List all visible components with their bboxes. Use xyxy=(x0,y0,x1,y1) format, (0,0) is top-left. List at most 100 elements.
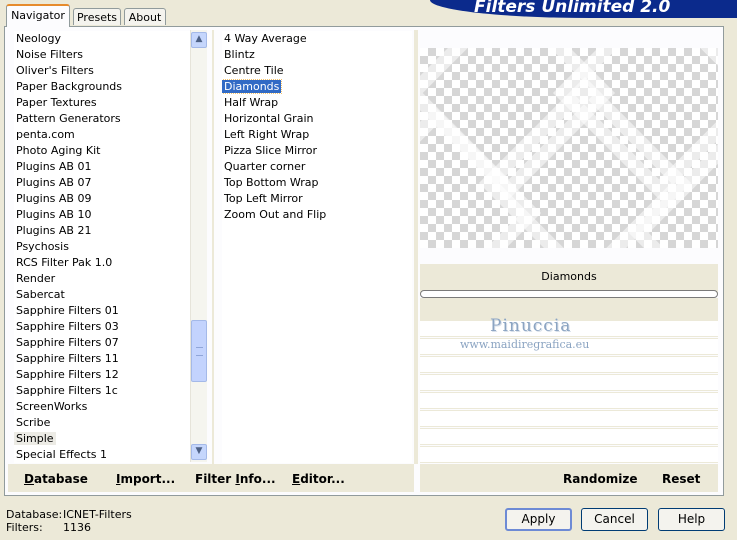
category-item-label: ScreenWorks xyxy=(16,400,88,413)
filter-item[interactable]: Top Bottom Wrap xyxy=(222,175,412,191)
tab-presets[interactable]: Presets xyxy=(73,8,121,25)
category-item-label: RCS Filter Pak 1.0 xyxy=(16,256,113,269)
category-item[interactable]: RCS Filter Pak 1.0 xyxy=(14,255,190,271)
category-item[interactable]: Plugins AB 07 xyxy=(14,175,190,191)
category-item-label: Paper Backgrounds xyxy=(16,80,123,93)
filter-name-caption: Diamonds xyxy=(541,270,597,283)
parameter-slot[interactable] xyxy=(420,428,718,445)
filter-item[interactable]: 4 Way Average xyxy=(222,31,412,47)
category-item[interactable]: Pattern Generators xyxy=(14,111,190,127)
category-item-label: Oliver's Filters xyxy=(16,64,94,77)
parameter-slot[interactable] xyxy=(420,392,718,409)
category-item[interactable]: Paper Textures xyxy=(14,95,190,111)
category-item-label: Paper Textures xyxy=(16,96,97,109)
category-item-label: penta.com xyxy=(16,128,75,141)
filter-item-label: Centre Tile xyxy=(224,64,284,77)
database-button[interactable]: Database xyxy=(24,472,88,486)
filter-item-label: Top Bottom Wrap xyxy=(224,176,319,189)
filter-item-label: Diamonds xyxy=(222,79,283,94)
filter-item-label: Half Wrap xyxy=(224,96,279,109)
filter-item[interactable]: Pizza Slice Mirror xyxy=(222,143,412,159)
category-item[interactable]: ScreenWorks xyxy=(14,399,190,415)
parameter-slot[interactable] xyxy=(420,356,718,373)
reset-button[interactable]: Reset xyxy=(662,472,700,486)
filter-item[interactable]: Quarter corner xyxy=(222,159,412,175)
filter-item-label: Pizza Slice Mirror xyxy=(224,144,318,157)
category-item-label: Render xyxy=(16,272,56,285)
filter-item-label: 4 Way Average xyxy=(224,32,307,45)
category-item[interactable]: Neology xyxy=(14,31,190,47)
parameter-slot[interactable] xyxy=(420,410,718,427)
category-item-label: Plugins AB 21 xyxy=(16,224,92,237)
tab-navigator[interactable]: Navigator xyxy=(6,4,70,27)
cancel-button[interactable]: Cancel xyxy=(581,508,648,531)
category-item[interactable]: Plugins AB 01 xyxy=(14,159,190,175)
scroll-thumb[interactable] xyxy=(191,320,207,383)
filter-item[interactable]: Top Left Mirror xyxy=(222,191,412,207)
editor-button[interactable]: Editor... xyxy=(292,472,345,486)
category-item[interactable]: Sabercat xyxy=(14,287,190,303)
cancel-button-label: Cancel xyxy=(594,512,635,526)
category-item-label: Pattern Generators xyxy=(16,112,121,125)
category-item[interactable]: Sapphire Filters 01 xyxy=(14,303,190,319)
category-item-label: Plugins AB 07 xyxy=(16,176,92,189)
filter-item-label: Top Left Mirror xyxy=(224,192,303,205)
import-button[interactable]: Import... xyxy=(116,472,175,486)
filter-item[interactable]: Zoom Out and Flip xyxy=(222,207,412,223)
category-item[interactable]: Plugins AB 21 xyxy=(14,223,190,239)
filter-item[interactable]: Blintz xyxy=(222,47,412,63)
apply-button[interactable]: Apply xyxy=(505,508,572,531)
category-item[interactable]: Sapphire Filters 07 xyxy=(14,335,190,351)
category-item[interactable]: Simple xyxy=(14,431,190,447)
category-item-label: Sapphire Filters 07 xyxy=(16,336,119,349)
banner-title: Filters Unlimited 2.0 xyxy=(474,0,671,17)
category-item[interactable]: Special Effects 1 xyxy=(14,447,190,463)
category-item[interactable]: Sapphire Filters 11 xyxy=(14,351,190,367)
category-item-label: Plugins AB 01 xyxy=(16,160,92,173)
apply-button-label: Apply xyxy=(521,512,556,526)
filter-item[interactable]: Diamonds xyxy=(222,79,412,95)
category-item[interactable]: Sapphire Filters 03 xyxy=(14,319,190,335)
scroll-down-button[interactable]: ▼ xyxy=(191,444,207,460)
category-item[interactable]: Psychosis xyxy=(14,239,190,255)
category-item[interactable]: Render xyxy=(14,271,190,287)
category-item[interactable]: Plugins AB 10 xyxy=(14,207,190,223)
category-item[interactable]: Noise Filters xyxy=(14,47,190,63)
parameter-slot[interactable] xyxy=(420,374,718,391)
category-item[interactable]: Sapphire Filters 1c xyxy=(14,383,190,399)
category-list[interactable]: Neology Noise Filters Oliver's Filters Pape… xyxy=(14,31,190,463)
filter-item[interactable]: Half Wrap xyxy=(222,95,412,111)
category-item-label: Noise Filters xyxy=(16,48,83,61)
filter-list[interactable]: 4 Way Average Blintz Centre Tile Diamonds Ha… xyxy=(222,31,412,463)
category-item[interactable]: Oliver's Filters xyxy=(14,63,190,79)
scroll-up-button[interactable]: ▲ xyxy=(191,32,207,48)
category-item[interactable]: penta.com xyxy=(14,127,190,143)
filter-item-label: Left Right Wrap xyxy=(224,128,310,141)
category-item-label: Sapphire Filters 1c xyxy=(16,384,118,397)
filter-item-label: Zoom Out and Flip xyxy=(224,208,327,221)
filter-item-label: Blintz xyxy=(224,48,255,61)
tab-about[interactable]: About xyxy=(124,8,166,25)
help-button[interactable]: Help xyxy=(658,508,725,531)
category-item-label: Plugins AB 09 xyxy=(16,192,92,205)
category-item[interactable]: Photo Aging Kit xyxy=(14,143,190,159)
category-item-label: Sapphire Filters 01 xyxy=(16,304,119,317)
help-button-label: Help xyxy=(677,512,706,526)
filter-item[interactable]: Horizontal Grain xyxy=(222,111,412,127)
watermark-url: www.maidiregrafica.eu xyxy=(460,338,590,351)
category-scrollbar[interactable]: ▲ ▼ xyxy=(190,30,207,462)
category-item[interactable]: Sapphire Filters 12 xyxy=(14,367,190,383)
tab-navigator-label: Navigator xyxy=(11,9,65,22)
randomize-button[interactable]: Randomize xyxy=(563,472,637,486)
category-item[interactable]: Plugins AB 09 xyxy=(14,191,190,207)
category-item-label: Sapphire Filters 12 xyxy=(16,368,119,381)
filters-count-value: 1136 xyxy=(63,521,91,534)
watermark-name: Pinuccia xyxy=(490,316,572,336)
category-item-label: Plugins AB 10 xyxy=(16,208,92,221)
filter-item[interactable]: Left Right Wrap xyxy=(222,127,412,143)
filter-item[interactable]: Centre Tile xyxy=(222,63,412,79)
filter-info-button[interactable]: Filter Info... xyxy=(195,472,276,486)
parameter-slot[interactable] xyxy=(420,446,718,463)
category-item[interactable]: Paper Backgrounds xyxy=(14,79,190,95)
category-item[interactable]: Scribe xyxy=(14,415,190,431)
